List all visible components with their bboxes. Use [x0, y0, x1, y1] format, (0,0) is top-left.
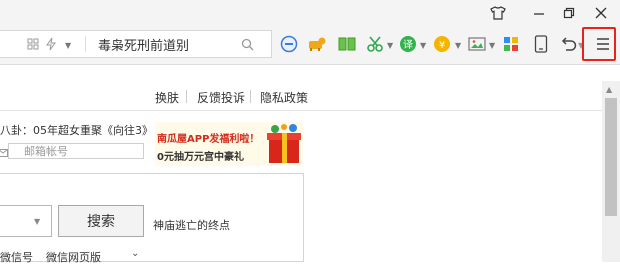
svg-text:¥: ¥	[439, 40, 445, 51]
link-feedback[interactable]: 反馈投诉	[197, 89, 245, 106]
shirt-icon[interactable]	[487, 3, 509, 23]
undo-icon[interactable]	[558, 33, 580, 55]
search-icon[interactable]	[236, 33, 258, 55]
chevron-down-icon[interactable]: ▼	[387, 41, 393, 50]
ad-headline: 南瓜屋APP发福利啦！	[157, 134, 260, 145]
close-icon[interactable]	[590, 3, 612, 23]
chevron-down-icon[interactable]: ▼	[65, 41, 71, 50]
divider	[0, 110, 602, 111]
scrollbar-thumb[interactable]	[605, 98, 617, 216]
divider	[186, 90, 187, 103]
link-wechat-id[interactable]: 微信号	[0, 249, 33, 265]
chevron-down-icon[interactable]: ▼	[489, 41, 495, 50]
book-icon[interactable]	[336, 33, 358, 55]
minus-circle-icon[interactable]	[278, 33, 300, 55]
scissors-icon[interactable]	[364, 33, 386, 55]
menu-highlight-box	[582, 27, 616, 61]
divider	[250, 90, 251, 103]
restore-icon[interactable]	[558, 3, 580, 23]
dog-icon[interactable]	[306, 33, 328, 55]
phone-icon[interactable]	[530, 33, 552, 55]
title-bar	[0, 0, 620, 26]
mail-icon	[0, 143, 8, 157]
hot-search-link[interactable]: 神庙逃亡的终点	[153, 217, 230, 233]
link-wechat-web[interactable]: 微信网页版	[46, 249, 101, 265]
news-headline[interactable]: 八卦：05年超女重聚《向往3》	[0, 122, 153, 138]
svg-text:译: 译	[403, 39, 413, 51]
divider	[85, 36, 86, 52]
chevron-down-icon[interactable]: ▼	[420, 41, 426, 50]
lightning-icon[interactable]	[40, 33, 62, 55]
scroll-up-icon[interactable]: ▲	[606, 85, 612, 94]
apps-icon[interactable]	[500, 33, 522, 55]
link-privacy[interactable]: 隐私政策	[260, 89, 308, 106]
search-input[interactable]	[0, 205, 52, 237]
link-skin[interactable]: 换肤	[155, 89, 179, 106]
chevron-down-icon[interactable]: ▼	[455, 41, 461, 50]
image-icon[interactable]	[466, 33, 488, 55]
coin-icon[interactable]: ¥	[431, 33, 453, 55]
email-placeholder: 邮箱帐号	[24, 145, 68, 158]
minimize-icon[interactable]	[528, 3, 550, 23]
address-text[interactable]: 毒枭死刑前道别	[98, 35, 189, 54]
chevron-down-icon[interactable]: ▼	[34, 217, 40, 226]
search-button[interactable]: 搜索	[58, 205, 144, 237]
ad-subline: 0元抽万元宫中豪礼	[157, 152, 244, 163]
chevron-down-icon[interactable]: ⌄	[131, 248, 139, 259]
gift-box-icon	[266, 123, 304, 169]
translate-icon[interactable]: 译	[397, 33, 419, 55]
